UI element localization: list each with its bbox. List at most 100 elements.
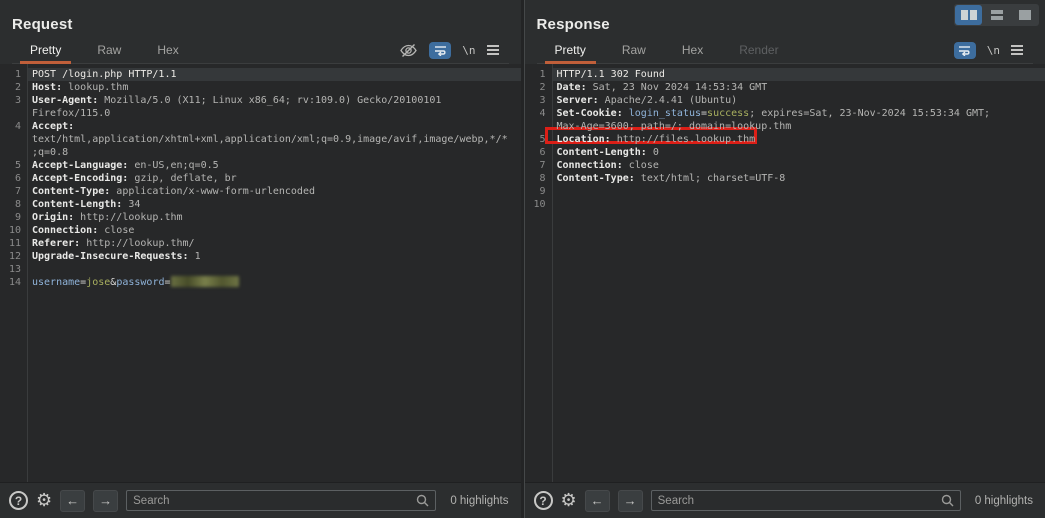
response-footer: ? ⚙ ← → 0 highlights bbox=[525, 482, 1045, 518]
code-line[interactable]: 1 HTTP/1.1 302 Found bbox=[525, 68, 1045, 81]
code-segment: application/x-www-form-urlencoded bbox=[110, 186, 315, 197]
newline-icon[interactable]: \n bbox=[987, 44, 1000, 57]
help-icon[interactable]: ? bbox=[9, 491, 28, 510]
code-segment: HTTP/1.1 302 Found bbox=[557, 69, 665, 80]
code-segment: success bbox=[707, 108, 749, 119]
line-number: 12 bbox=[0, 250, 21, 263]
code-line[interactable]: 9Origin: http://lookup.thm bbox=[0, 211, 521, 224]
request-search-input[interactable] bbox=[133, 495, 416, 507]
code-segment: lookup.thm bbox=[62, 82, 128, 93]
line-number: 5 bbox=[525, 133, 546, 146]
code-segment: text/html,application/xhtml+xml,applicat… bbox=[32, 134, 508, 145]
code-segment: close bbox=[98, 225, 134, 236]
line-number: 2 bbox=[525, 81, 546, 94]
code-line[interactable]: 1POST /login.php HTTP/1.1 bbox=[0, 68, 521, 81]
code-segment: ;q=0.8 bbox=[32, 147, 68, 158]
code-segment: http://files.lookup.thm bbox=[611, 134, 756, 145]
code-line[interactable]: 14username=jose&password= bbox=[0, 276, 521, 289]
word-wrap-icon[interactable] bbox=[429, 42, 451, 59]
tab-pretty[interactable]: Pretty bbox=[545, 37, 596, 63]
code-line[interactable]: 8Content-Length: 34 bbox=[0, 198, 521, 211]
line-number: 7 bbox=[0, 185, 21, 198]
two-rows-view-button[interactable] bbox=[983, 5, 1010, 25]
response-editor[interactable]: 1 HTTP/1.1 302 Found2Date: Sat, 23 Nov 20… bbox=[525, 64, 1045, 482]
search-previous-button[interactable]: ← bbox=[60, 490, 85, 512]
code-line[interactable]: 5Accept-Language: en-US,en;q=0.5 bbox=[0, 159, 521, 172]
response-tab-bar: Pretty Raw Hex Render \n bbox=[537, 37, 1034, 64]
search-next-button[interactable]: → bbox=[93, 490, 118, 512]
code-line[interactable]: 7Connection: close bbox=[525, 159, 1045, 172]
request-footer: ? ⚙ ← → 0 highlights bbox=[0, 482, 521, 518]
code-segment: username bbox=[32, 277, 80, 288]
code-line[interactable]: 9 bbox=[525, 185, 1045, 198]
help-icon[interactable]: ? bbox=[534, 491, 553, 510]
code-line[interactable]: 6Accept-Encoding: gzip, deflate, br bbox=[0, 172, 521, 185]
code-line[interactable]: 8Content-Type: text/html; charset=UTF-8 bbox=[525, 172, 1045, 185]
settings-gear-icon[interactable]: ⚙ bbox=[561, 492, 577, 510]
search-previous-button[interactable]: ← bbox=[585, 490, 610, 512]
code-segment: Mozilla/5.0 (X11; Linux x86_64; rv:109.0… bbox=[98, 95, 441, 106]
code-line[interactable]: 3Server: Apache/2.4.41 (Ubuntu) bbox=[525, 94, 1045, 107]
code-line[interactable]: 6Content-Length: 0 bbox=[525, 146, 1045, 159]
request-editor[interactable]: 1POST /login.php HTTP/1.12Host: lookup.t… bbox=[0, 64, 521, 482]
code-line[interactable]: 3User-Agent: Mozilla/5.0 (X11; Linux x86… bbox=[0, 94, 521, 107]
single-panel-view-button[interactable] bbox=[1011, 5, 1038, 25]
code-line[interactable]: 13 bbox=[0, 263, 521, 276]
line-number: 3 bbox=[525, 94, 546, 107]
code-line[interactable]: Max-Age=3600; path=/; domain=lookup.thm bbox=[525, 120, 1045, 133]
code-line[interactable]: 2Date: Sat, 23 Nov 2024 14:53:34 GMT bbox=[525, 81, 1045, 94]
code-segment: Content-Length: bbox=[557, 147, 647, 158]
settings-gear-icon[interactable]: ⚙ bbox=[36, 492, 52, 510]
code-line[interactable]: 2Host: lookup.thm bbox=[0, 81, 521, 94]
code-segment: 1 bbox=[189, 251, 201, 262]
code-line[interactable]: text/html,application/xhtml+xml,applicat… bbox=[0, 133, 521, 146]
code-segment: Accept-Language: bbox=[32, 160, 128, 171]
line-number: 10 bbox=[0, 224, 21, 237]
tab-pretty[interactable]: Pretty bbox=[20, 37, 71, 63]
line-number: 13 bbox=[0, 263, 21, 276]
newline-icon[interactable]: \n bbox=[462, 44, 475, 57]
line-number: 11 bbox=[0, 237, 21, 250]
tab-raw[interactable]: Raw bbox=[612, 37, 656, 63]
tab-hex[interactable]: Hex bbox=[147, 37, 188, 63]
code-line[interactable]: 7Content-Type: application/x-www-form-ur… bbox=[0, 185, 521, 198]
code-segment: Referer: bbox=[32, 238, 80, 249]
word-wrap-icon[interactable] bbox=[954, 42, 976, 59]
code-line[interactable]: ;q=0.8 bbox=[0, 146, 521, 159]
code-line[interactable]: 10 bbox=[525, 198, 1045, 211]
code-line[interactable]: Firefox/115.0 bbox=[0, 107, 521, 120]
code-segment: Set-Cookie: bbox=[557, 108, 623, 119]
tab-render[interactable]: Render bbox=[729, 37, 788, 63]
tab-raw[interactable]: Raw bbox=[87, 37, 131, 63]
line-number: 4 bbox=[525, 107, 546, 120]
response-search-box bbox=[651, 490, 961, 511]
line-number: 1 bbox=[525, 68, 546, 81]
search-icon bbox=[941, 494, 954, 507]
search-next-button[interactable]: → bbox=[618, 490, 643, 512]
code-line[interactable]: 11Referer: http://lookup.thm/ bbox=[0, 237, 521, 250]
line-number: 8 bbox=[525, 172, 546, 185]
code-segment: Accept: bbox=[32, 121, 74, 132]
line-number: 9 bbox=[525, 185, 546, 198]
code-line[interactable]: 4Set-Cookie: login_status=success; expir… bbox=[525, 107, 1045, 120]
code-segment: login_status bbox=[629, 108, 701, 119]
menu-icon[interactable] bbox=[487, 45, 499, 55]
tab-hex[interactable]: Hex bbox=[672, 37, 713, 63]
code-segment: POST /login.php HTTP/1.1 bbox=[32, 69, 177, 80]
two-columns-view-button[interactable] bbox=[955, 5, 982, 25]
code-line[interactable]: 10Connection: close bbox=[0, 224, 521, 237]
visibility-hidden-icon[interactable] bbox=[399, 43, 418, 58]
code-segment: 34 bbox=[122, 199, 140, 210]
response-search-input[interactable] bbox=[658, 495, 941, 507]
code-segment: Content-Length: bbox=[32, 199, 122, 210]
code-line[interactable]: 4Accept: bbox=[0, 120, 521, 133]
code-segment: Max-Age=3600; path=/; domain=lookup.thm bbox=[557, 121, 792, 132]
code-segment: Upgrade-Insecure-Requests: bbox=[32, 251, 189, 262]
code-segment: Apache/2.4.41 (Ubuntu) bbox=[599, 95, 737, 106]
code-segment: 0 bbox=[647, 147, 659, 158]
code-segment: User-Agent: bbox=[32, 95, 98, 106]
code-line[interactable]: 5Location: http://files.lookup.thm bbox=[525, 133, 1045, 146]
code-line[interactable]: 12 Upgrade-Insecure-Requests: 1 bbox=[0, 250, 521, 263]
menu-icon[interactable] bbox=[1011, 45, 1023, 55]
line-number: 6 bbox=[0, 172, 21, 185]
